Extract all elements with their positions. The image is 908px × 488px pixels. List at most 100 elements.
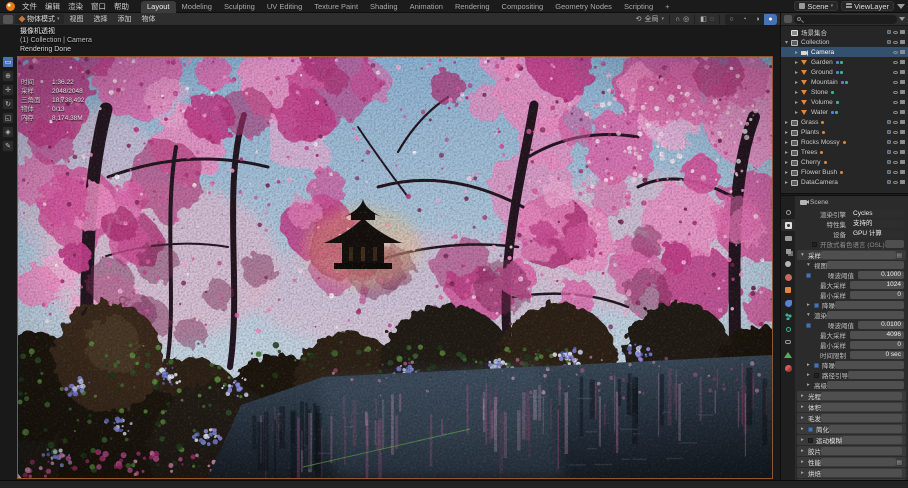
row-value-field[interactable] <box>821 447 902 455</box>
exclude-checkbox[interactable] <box>887 130 891 134</box>
render-camera-icon[interactable] <box>900 170 905 174</box>
outliner-row[interactable]: ▸ Garden <box>781 57 908 67</box>
visibility-eye-icon[interactable] <box>893 121 898 124</box>
outliner-row[interactable]: ▸ DataCamera <box>781 177 908 187</box>
workspace-tab[interactable]: Scripting <box>618 1 659 13</box>
row-value-field[interactable] <box>829 425 902 433</box>
editor-type-icon[interactable] <box>3 15 13 24</box>
outliner-editor-icon[interactable] <box>784 15 792 23</box>
properties-row[interactable]: 设备 GPU 计算 ▤ <box>795 229 908 239</box>
properties-row[interactable]: ▸ 简化 ▤ <box>797 424 906 434</box>
section-arrow[interactable]: ▸ <box>801 459 808 465</box>
gizmo-toggle-icon[interactable]: ◧ <box>700 15 707 23</box>
row-value-field[interactable]: GPU 计算 <box>850 230 904 238</box>
topbar-menu[interactable]: 窗口 <box>87 1 110 12</box>
render-camera-icon[interactable] <box>900 180 905 184</box>
render-camera-icon[interactable] <box>900 150 905 154</box>
row-value-field[interactable] <box>821 469 902 477</box>
snap-magnet-icon[interactable]: ∩ <box>675 16 680 23</box>
row-value-field[interactable] <box>835 301 904 309</box>
properties-tab[interactable] <box>781 271 795 283</box>
row-value-field[interactable] <box>821 251 896 259</box>
section-arrow[interactable]: ▸ <box>807 382 814 388</box>
workspace-tab[interactable]: Animation <box>404 1 449 13</box>
row-value-field[interactable] <box>827 311 904 319</box>
properties-tab[interactable] <box>781 336 795 348</box>
properties-row[interactable]: ▸ 胶片 ▤ <box>797 446 906 456</box>
exclude-checkbox[interactable] <box>887 120 891 124</box>
topbar-menu[interactable]: 帮助 <box>110 1 133 12</box>
section-arrow[interactable]: ▾ <box>807 262 814 268</box>
row-checkbox[interactable] <box>812 242 817 247</box>
row-value-field[interactable]: 0.0100 <box>858 321 904 329</box>
workspace-tab[interactable]: Rendering <box>449 1 496 13</box>
properties-row[interactable]: ▾ 采样 ▤ <box>797 250 906 260</box>
outliner-row[interactable]: ▸ Rocks Mossy <box>781 137 908 147</box>
outliner-row[interactable]: ▸ Stone <box>781 87 908 97</box>
visibility-eye-icon[interactable] <box>893 101 898 104</box>
section-arrow[interactable]: ▸ <box>801 426 808 432</box>
preset-icon[interactable]: ▤ <box>896 252 902 259</box>
properties-row[interactable]: ▸ 毛发 ▤ <box>797 413 906 423</box>
outliner-filter-icon[interactable] <box>899 17 905 21</box>
section-arrow[interactable]: ▾ <box>807 312 814 318</box>
outliner-row[interactable]: ▾ Collection <box>781 37 908 47</box>
row-checkbox[interactable] <box>814 303 819 308</box>
properties-row[interactable]: ▸ 降噪 ▤ <box>795 360 908 370</box>
row-value-field[interactable]: Cycles <box>850 210 904 218</box>
section-arrow[interactable]: ▾ <box>801 252 808 258</box>
section-arrow[interactable]: ▸ <box>801 448 808 454</box>
tool-button[interactable]: ✛ <box>2 84 14 96</box>
properties-tab[interactable] <box>781 245 795 257</box>
outliner-row[interactable]: ▸ Plants <box>781 127 908 137</box>
properties-row[interactable]: 时间限制 0 sec ▤ <box>795 350 908 360</box>
orientation-selector[interactable]: 全局 <box>645 14 659 24</box>
visibility-eye-icon[interactable] <box>893 171 898 174</box>
properties-row[interactable]: 开放式着色语言 (OSL) ▤ <box>795 239 908 249</box>
tool-button[interactable]: ↻ <box>2 98 14 110</box>
properties-row[interactable]: ▸ 烘焙 ▤ <box>797 468 906 478</box>
workspace-tab[interactable]: Sculpting <box>218 1 261 13</box>
workspace-tab[interactable]: UV Editing <box>261 1 308 13</box>
row-value-field[interactable]: 4096 <box>850 331 904 339</box>
row-checkbox[interactable] <box>808 438 813 443</box>
outliner-row[interactable]: ▸ Water <box>781 107 908 117</box>
visibility-eye-icon[interactable] <box>893 161 898 164</box>
workspace-tab[interactable]: Layout <box>141 1 176 13</box>
visibility-eye-icon[interactable] <box>893 151 898 154</box>
overlays-toggle-icon[interactable]: ◌ <box>710 16 714 23</box>
render-camera-icon[interactable] <box>900 120 905 124</box>
render-camera-icon[interactable] <box>900 140 905 144</box>
viewport-menu[interactable]: 选择 <box>90 14 112 24</box>
properties-row[interactable]: 噪波阈值 0.1000 ▤ <box>795 270 908 280</box>
section-arrow[interactable]: ▸ <box>801 415 808 421</box>
properties-tab[interactable] <box>781 297 795 309</box>
visibility-eye-icon[interactable] <box>893 131 898 134</box>
row-value-field[interactable] <box>827 261 904 269</box>
visibility-eye-icon[interactable] <box>893 31 898 34</box>
properties-row[interactable]: ▾ 渲染 ▤ <box>795 310 908 320</box>
properties-row[interactable]: 渲染引擎 Cycles ▤ <box>795 209 908 219</box>
row-value-field[interactable]: 0 <box>850 341 904 349</box>
workspace-tab[interactable]: + <box>659 1 675 13</box>
visibility-eye-icon[interactable] <box>893 61 898 64</box>
workspace-tab[interactable]: Texture Paint <box>308 1 364 13</box>
row-checkbox[interactable] <box>808 427 813 432</box>
section-arrow[interactable]: ▸ <box>801 470 808 476</box>
shading-mode-button[interactable]: ○ <box>725 14 738 25</box>
properties-row[interactable]: ▸ 体积 ▤ <box>797 402 906 412</box>
visibility-eye-icon[interactable] <box>893 91 898 94</box>
properties-row[interactable]: 最小采样 0 ▤ <box>795 290 908 300</box>
proportional-edit-icon[interactable]: ◎ <box>683 15 689 23</box>
outliner-row[interactable]: ▸ Ground <box>781 67 908 77</box>
outliner-row[interactable]: ▸ Flower Bush <box>781 167 908 177</box>
properties-tab[interactable] <box>781 232 795 244</box>
scene-selector[interactable]: Scene ▾ <box>794 1 838 11</box>
row-checkbox[interactable] <box>814 363 819 368</box>
row-value-field[interactable] <box>842 436 902 444</box>
properties-row[interactable]: ▸ 光程 ▤ <box>797 391 906 401</box>
render-camera-icon[interactable] <box>900 100 905 104</box>
visibility-eye-icon[interactable] <box>893 181 898 184</box>
row-value-field[interactable] <box>848 371 904 379</box>
properties-tab[interactable] <box>781 284 795 296</box>
